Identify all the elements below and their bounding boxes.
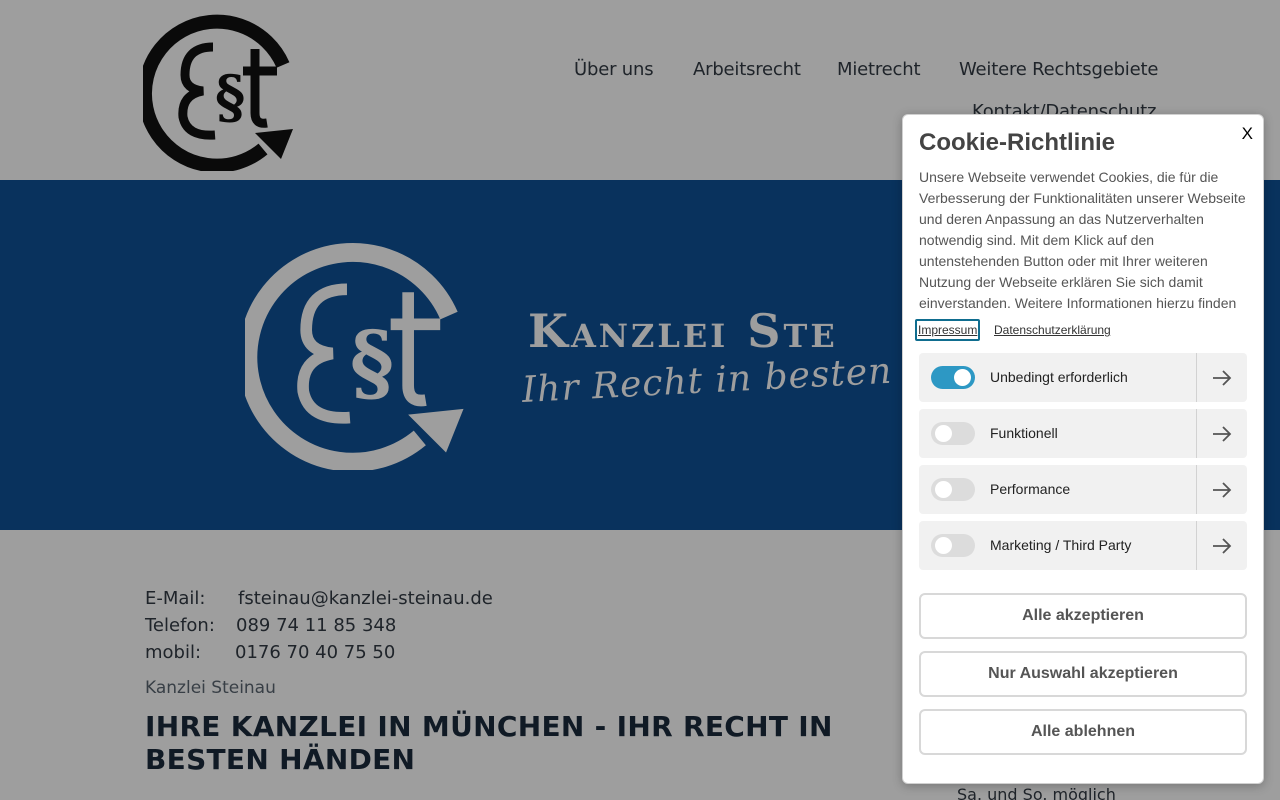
toggle-knob: [954, 369, 971, 386]
category-label: Funktionell: [990, 425, 1058, 441]
impressum-link[interactable]: Impressum: [915, 319, 981, 341]
toggle-knob: [935, 425, 952, 442]
cookie-category-marketing: Marketing / Third Party: [919, 521, 1247, 570]
cookie-category-functional: Funktionell: [919, 409, 1247, 458]
arrow-right-icon[interactable]: [1197, 465, 1247, 514]
toggle-knob: [935, 537, 952, 554]
category-label: Performance: [990, 481, 1071, 497]
datenschutz-link[interactable]: Datenschutzerklärung: [991, 319, 1114, 341]
cookie-dialog: X Cookie-Richtlinie Unsere Webseite verw…: [902, 114, 1264, 784]
accept-all-button[interactable]: Alle akzeptieren: [919, 593, 1247, 639]
cookie-category-performance: Performance: [919, 465, 1247, 514]
arrow-right-icon[interactable]: [1197, 409, 1247, 458]
performance-toggle[interactable]: [931, 478, 975, 501]
cookie-category-essential: Unbedingt erforderlich: [919, 353, 1247, 402]
functional-toggle[interactable]: [931, 422, 975, 445]
arrow-right-icon[interactable]: [1197, 521, 1247, 570]
category-label: Unbedingt erforderlich: [990, 369, 1128, 385]
close-button[interactable]: X: [1242, 124, 1253, 144]
marketing-toggle[interactable]: [931, 534, 975, 557]
arrow-right-icon[interactable]: [1197, 353, 1247, 402]
category-label: Marketing / Third Party: [990, 537, 1132, 553]
essential-toggle[interactable]: [931, 366, 975, 389]
toggle-knob: [935, 481, 952, 498]
reject-all-button[interactable]: Alle ablehnen: [919, 709, 1247, 755]
cookie-description: Unsere Webseite verwendet Cookies, die f…: [919, 169, 1246, 311]
cookie-title: Cookie-Richtlinie: [919, 129, 1116, 156]
accept-selection-button[interactable]: Nur Auswahl akzeptieren: [919, 651, 1247, 697]
